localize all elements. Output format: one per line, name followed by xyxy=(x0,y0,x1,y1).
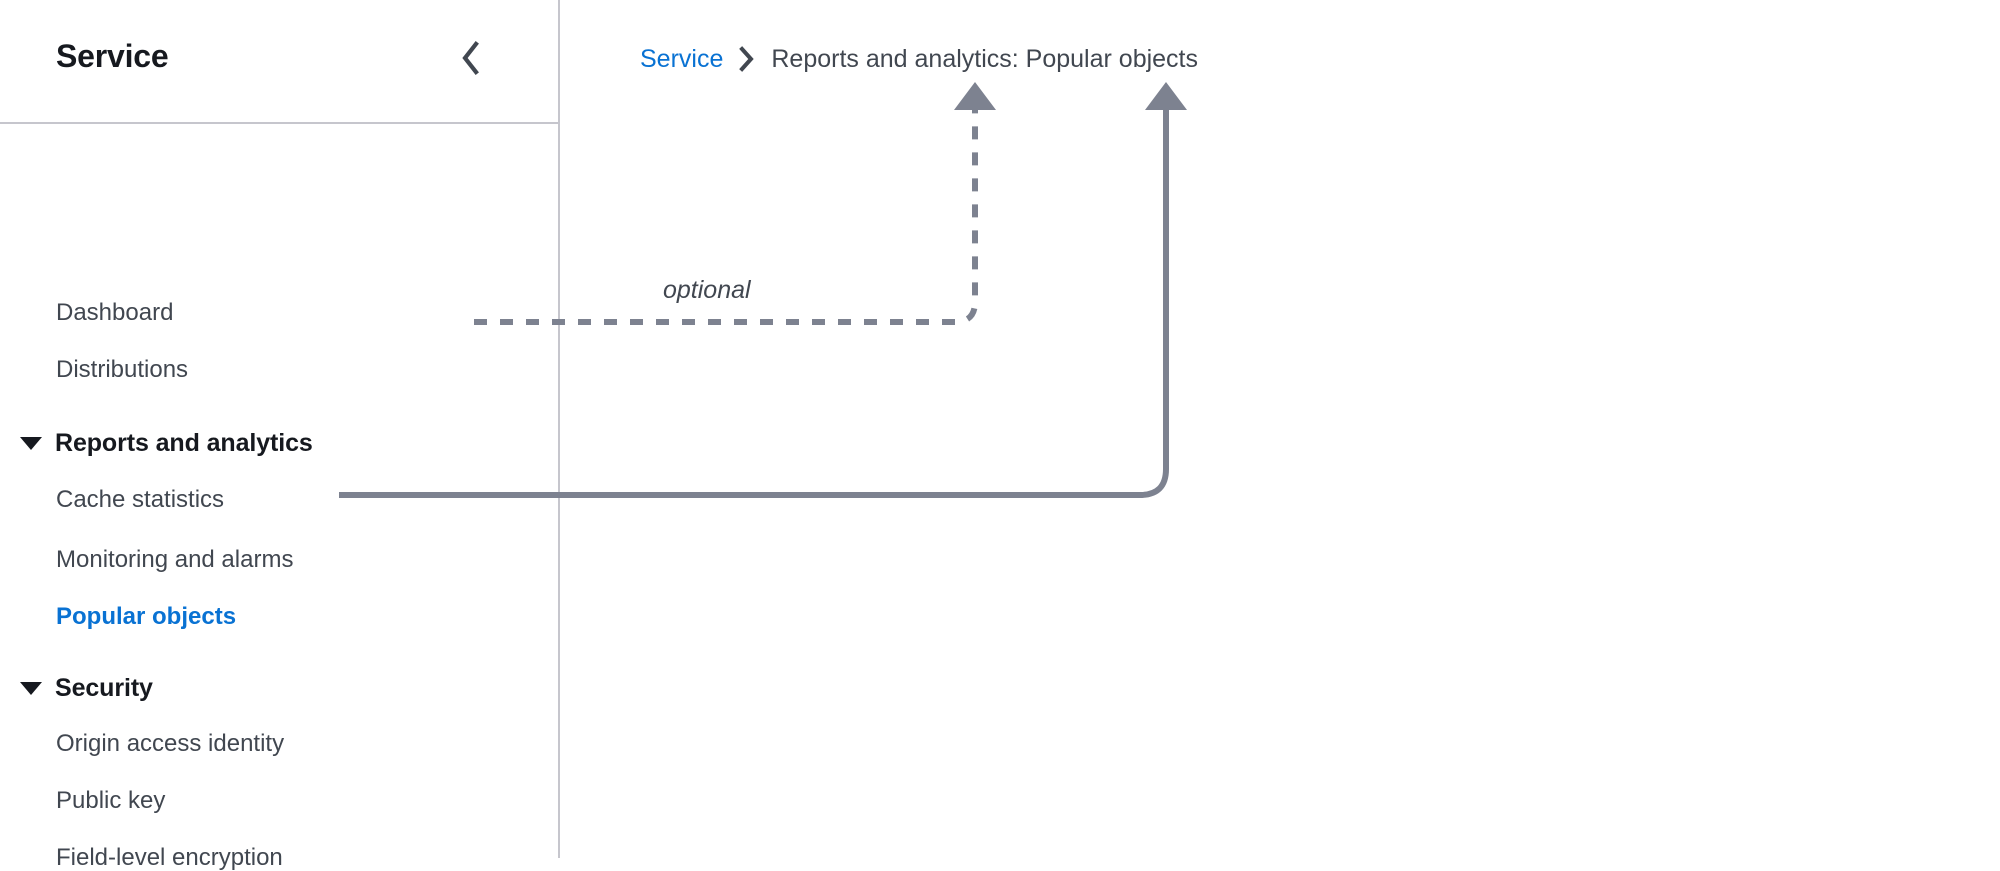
chevron-left-icon xyxy=(458,38,482,78)
breadcrumb: Service Reports and analytics: Popular o… xyxy=(640,45,1198,73)
side-navigation-header: Service xyxy=(0,0,558,124)
sidebar-section-reports-and-analytics[interactable]: Reports and analytics xyxy=(20,431,313,456)
side-navigation-item-list: Dashboard Distributions Reports and anal… xyxy=(0,124,558,870)
sidebar-item-popular-objects[interactable]: Popular objects xyxy=(56,605,236,629)
collapse-navigation-button[interactable] xyxy=(450,38,490,78)
caret-down-icon xyxy=(20,682,42,695)
sidebar-section-security[interactable]: Security xyxy=(20,676,153,701)
optional-annotation-label: optional xyxy=(663,276,751,304)
sidebar-item-distributions[interactable]: Distributions xyxy=(56,358,188,382)
sidebar-item-public-key[interactable]: Public key xyxy=(56,789,165,813)
content-pane: Service Reports and analytics: Popular o… xyxy=(560,0,2000,858)
breadcrumb-current-page: Reports and analytics: Popular objects xyxy=(771,44,1198,73)
sidebar-section-label: Security xyxy=(55,674,153,702)
side-navigation: Service Dashboard Distributions Reports … xyxy=(0,0,560,870)
sidebar-item-field-level-encryption[interactable]: Field-level encryption xyxy=(56,846,283,870)
sidebar-item-cache-statistics[interactable]: Cache statistics xyxy=(56,488,224,512)
sidebar-section-label: Reports and analytics xyxy=(55,429,313,457)
caret-down-icon xyxy=(20,437,42,450)
breadcrumb-link-service[interactable]: Service xyxy=(640,46,723,72)
chevron-right-icon xyxy=(737,45,757,73)
sidebar-item-dashboard[interactable]: Dashboard xyxy=(56,301,173,325)
side-navigation-title: Service xyxy=(56,38,169,74)
sidebar-item-origin-access-identity[interactable]: Origin access identity xyxy=(56,732,284,756)
sidebar-item-monitoring-and-alarms[interactable]: Monitoring and alarms xyxy=(56,548,293,572)
